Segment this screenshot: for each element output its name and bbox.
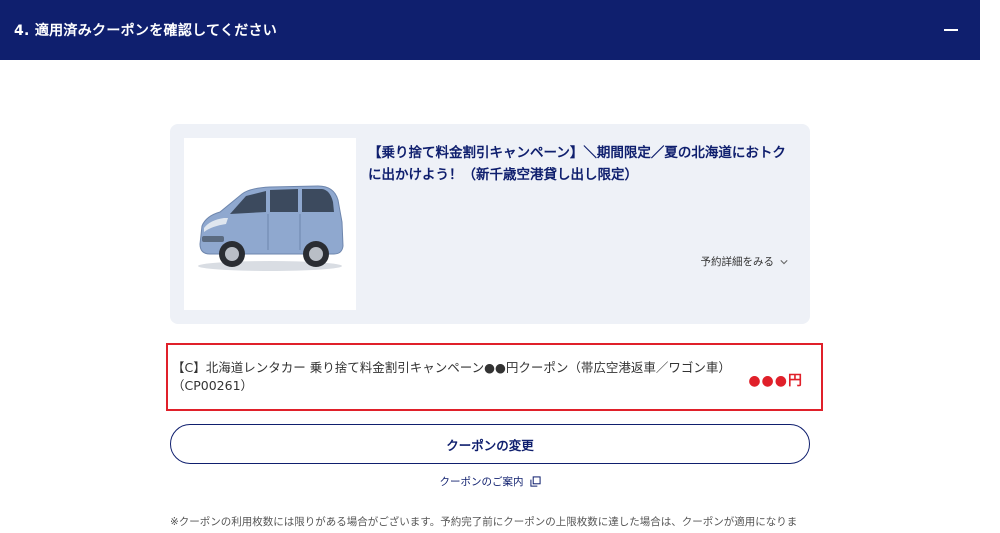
coupon-name: 【C】北海道レンタカー 乗り捨て料金割引キャンペーン●●円クーポン（帯広空港返車… [172, 360, 725, 393]
section-title: 4. 適用済みクーポンを確認してください [14, 23, 278, 39]
minivan-icon [198, 185, 344, 271]
applied-coupon: 【C】北海道レンタカー 乗り捨て料金割引キャンペーン●●円クーポン（帯広空港返車… [166, 343, 823, 411]
reservation-details-label: 予約詳細をみる [700, 256, 775, 268]
reservation-card: 【乗り捨て料金割引キャンペーン】＼期間限定／夏の北海道におトクに出かけよう！（新… [170, 124, 810, 324]
collapse-minus-icon[interactable] [944, 29, 958, 31]
change-coupon-button[interactable]: クーポンの変更 [170, 424, 810, 464]
coupon-guide-label: クーポンのご案内 [439, 476, 524, 488]
scrollbar-area [980, 0, 1000, 533]
campaign-title: 【乗り捨て料金割引キャンペーン】＼期間限定／夏の北海道におトクに出かけよう！（新… [368, 145, 786, 183]
external-window-icon [529, 476, 541, 487]
section-header[interactable]: 4. 適用済みクーポンを確認してください [0, 0, 980, 60]
car-image [184, 138, 356, 310]
reservation-details-link[interactable]: 予約詳細をみる [701, 254, 789, 269]
coupon-guide-link[interactable]: クーポンのご案内 [0, 474, 980, 489]
coupon-amount: ●●●円 [748, 373, 803, 389]
coupon-notice: ※クーポンの利用枚数には限りがある場合がございます。予約完了前にクーポンの上限枚… [170, 516, 798, 528]
chevron-down-icon [780, 259, 788, 264]
